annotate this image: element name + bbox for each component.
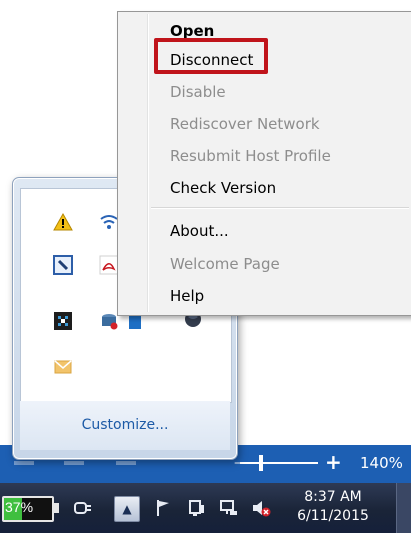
grid-app-icon[interactable]	[53, 311, 73, 331]
network-icon[interactable]	[218, 497, 240, 519]
clock-time: 8:37 AM	[304, 489, 362, 505]
menu-separator	[151, 207, 409, 209]
battery-percent: 37%	[5, 499, 34, 515]
menu-item-welcome-page: Welcome Page	[170, 255, 280, 273]
device-icon[interactable]	[186, 497, 208, 519]
volume-muted-icon[interactable]	[250, 497, 272, 519]
battery-icon[interactable]: 37%	[0, 492, 60, 524]
drive-icon[interactable]	[99, 311, 119, 331]
customize-link[interactable]: Customize...	[20, 417, 230, 433]
overflow-footer: Customize...	[20, 401, 230, 450]
mail-icon[interactable]	[53, 357, 73, 377]
zoom-in-button[interactable]: +	[325, 452, 342, 472]
wifi-icon[interactable]	[99, 212, 119, 232]
flag-icon[interactable]	[152, 497, 174, 519]
zoom-slider-thumb[interactable]	[259, 455, 263, 471]
warning-icon[interactable]	[53, 212, 73, 232]
menu-item-disable: Disable	[170, 83, 226, 101]
menu-item-rediscover-network: Rediscover Network	[170, 115, 320, 133]
battery-cap	[54, 503, 59, 513]
zoom-slider-track[interactable]	[240, 462, 318, 464]
disconnect-highlight-box	[154, 38, 268, 74]
clock[interactable]: 8:37 AM 6/11/2015	[296, 488, 370, 526]
taskbar: 37% ▲ 8:37 AM 6/11/2015	[0, 483, 411, 533]
menu-item-about[interactable]: About...	[170, 221, 229, 241]
battery-body: 37%	[2, 496, 54, 522]
status-icon	[64, 461, 84, 465]
show-hidden-icons-button[interactable]: ▲	[114, 496, 140, 522]
zoom-level[interactable]: 140%	[360, 454, 403, 472]
menu-item-check-version[interactable]: Check Version	[170, 178, 276, 198]
show-desktop-button[interactable]	[396, 483, 411, 533]
status-icon	[14, 461, 34, 465]
status-icon	[116, 461, 136, 465]
acrobat-icon[interactable]	[99, 255, 119, 275]
clock-date: 6/11/2015	[297, 508, 369, 524]
wrench-icon[interactable]	[53, 255, 73, 275]
menu-item-resubmit-host-profile: Resubmit Host Profile	[170, 147, 331, 165]
menu-item-help[interactable]: Help	[170, 286, 204, 306]
menu-gutter-highlight	[148, 14, 149, 312]
power-plug-icon[interactable]	[72, 497, 94, 519]
